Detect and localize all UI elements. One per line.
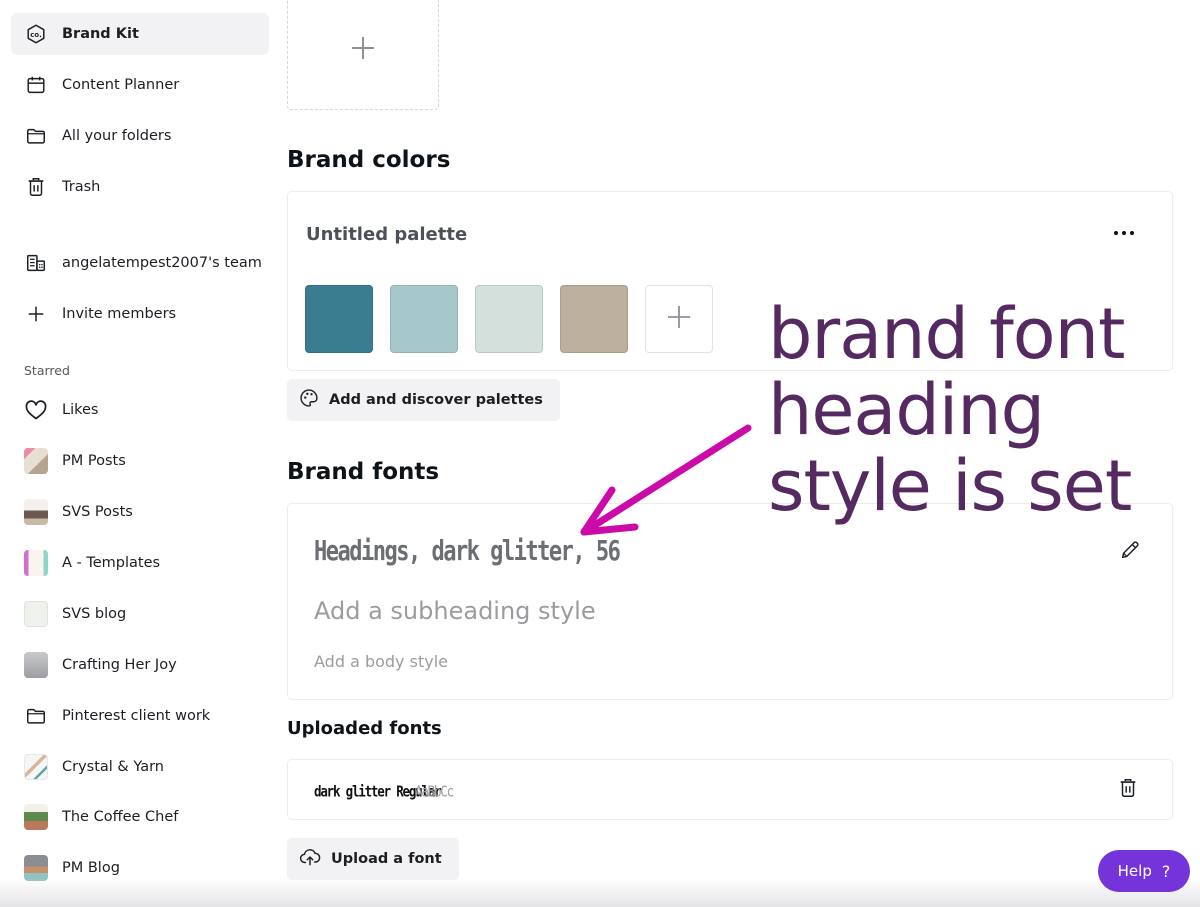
sidebar-item-label: PM Blog xyxy=(62,860,120,876)
add-logo-button[interactable] xyxy=(287,0,439,110)
palette-icon xyxy=(299,388,319,412)
heading-style[interactable]: Headings, dark glitter, 56 xyxy=(314,536,621,567)
sidebar-item-label: Likes xyxy=(62,402,99,418)
cloud-upload-icon xyxy=(299,846,321,872)
trash-icon xyxy=(1117,777,1139,803)
sidebar-item-pm-blog[interactable]: PM Blog xyxy=(11,847,269,889)
add-color-button[interactable] xyxy=(645,285,713,353)
color-swatch[interactable] xyxy=(475,285,543,353)
folder-thumbnail xyxy=(24,804,48,830)
sidebar-item-label: A - Templates xyxy=(62,555,161,571)
delete-font-button[interactable] xyxy=(1114,776,1142,804)
add-subheading-style[interactable]: Add a subheading style xyxy=(314,597,596,625)
sidebar-item-the-coffee-chef[interactable]: The Coffee Chef xyxy=(11,796,269,838)
more-options-button[interactable] xyxy=(1112,218,1136,242)
sidebar-item-pinterest-client-work[interactable]: Pinterest client work xyxy=(11,695,269,737)
brand-fonts-heading: Brand fonts xyxy=(287,459,440,485)
sidebar-item-a-templates[interactable]: A - Templates xyxy=(11,542,269,584)
sidebar-item-label: Crafting Her Joy xyxy=(62,657,177,673)
sidebar-item-label: The Coffee Chef xyxy=(62,809,179,825)
folder-thumbnail xyxy=(24,499,48,525)
palette-title[interactable]: Untitled palette xyxy=(306,224,467,245)
team-building-icon xyxy=(24,251,48,275)
sidebar-item-label: Pinterest client work xyxy=(62,708,211,724)
brand-fonts-card: Headings, dark glitter, 56 Add a subhead… xyxy=(287,503,1173,700)
more-options-icon xyxy=(1113,221,1135,240)
help-button[interactable]: Help ? xyxy=(1098,850,1190,892)
folder-icon xyxy=(24,704,48,728)
sidebar-item-pm-posts[interactable]: PM Posts xyxy=(11,440,269,482)
folder-thumbnail xyxy=(24,448,48,474)
color-swatch[interactable] xyxy=(560,285,628,353)
brand-colors-heading: Brand colors xyxy=(287,147,451,173)
sidebar-item-likes[interactable]: Likes xyxy=(11,389,269,431)
upload-font-button[interactable]: Upload a font xyxy=(287,838,459,880)
sidebar-item-team[interactable]: angelatempest2007's team xyxy=(11,242,269,284)
sidebar-item-label: Brand Kit xyxy=(62,26,139,42)
sidebar-item-label: angelatempest2007's team xyxy=(62,255,262,271)
sidebar-item-all-folders[interactable]: All your folders xyxy=(11,115,269,157)
heart-icon xyxy=(24,398,48,422)
folder-icon xyxy=(24,124,48,148)
help-label: Help xyxy=(1117,862,1152,880)
edit-font-button[interactable] xyxy=(1116,538,1144,566)
sidebar-item-label: PM Posts xyxy=(62,453,126,469)
sidebar-item-content-planner[interactable]: Content Planner xyxy=(11,64,269,106)
plus-icon xyxy=(24,302,48,326)
starred-section-label: Starred xyxy=(24,363,70,378)
calendar-icon xyxy=(24,73,48,97)
plus-icon xyxy=(667,305,691,333)
sidebar-item-trash[interactable]: Trash xyxy=(11,166,269,208)
svg-text:co.: co. xyxy=(30,31,41,39)
add-discover-palettes-label: Add and discover palettes xyxy=(329,392,543,408)
sidebar-item-crafting-her-joy[interactable]: Crafting Her Joy xyxy=(11,644,269,686)
sidebar-item-crystal-yarn[interactable]: Crystal & Yarn xyxy=(11,746,269,788)
sidebar-item-label: SVS Posts xyxy=(62,504,133,520)
add-discover-palettes-button[interactable]: Add and discover palettes xyxy=(287,379,560,421)
uploaded-font-row: dark glitter Regular AaBbCc xyxy=(287,759,1173,820)
sidebar-item-label: SVS blog xyxy=(62,606,127,622)
sidebar-item-svs-posts[interactable]: SVS Posts xyxy=(11,491,269,533)
color-swatch[interactable] xyxy=(390,285,458,353)
trash-icon xyxy=(24,175,48,199)
sidebar-item-brand-kit[interactable]: co. Brand Kit xyxy=(11,13,269,55)
pencil-icon xyxy=(1119,539,1141,565)
folder-thumbnail xyxy=(24,601,48,627)
upload-font-label: Upload a font xyxy=(331,851,442,867)
folder-thumbnail xyxy=(24,652,48,678)
sidebar-item-label: All your folders xyxy=(62,128,172,144)
question-mark-icon: ? xyxy=(1161,861,1171,881)
uploaded-fonts-heading: Uploaded fonts xyxy=(287,718,442,739)
sidebar-item-label: Crystal & Yarn xyxy=(62,759,164,775)
uploaded-font-sample: AaBbCc xyxy=(415,782,454,800)
sidebar-item-label: Invite members xyxy=(62,306,177,322)
plus-icon xyxy=(350,35,376,65)
sidebar-item-label: Trash xyxy=(62,179,101,195)
color-swatch[interactable] xyxy=(305,285,373,353)
folder-thumbnail xyxy=(24,855,48,881)
color-swatches xyxy=(305,285,713,353)
sidebar-item-invite-members[interactable]: Invite members xyxy=(11,293,269,335)
sidebar-item-svs-blog[interactable]: SVS blog xyxy=(11,593,269,635)
sidebar: co. Brand Kit Content Planner All your f… xyxy=(0,0,280,907)
brand-kit-icon: co. xyxy=(24,22,48,46)
folder-thumbnail xyxy=(24,754,48,780)
palette-card: Untitled palette xyxy=(287,191,1173,371)
sidebar-item-label: Content Planner xyxy=(62,77,180,93)
folder-thumbnail xyxy=(24,550,48,576)
add-body-style[interactable]: Add a body style xyxy=(314,652,448,671)
